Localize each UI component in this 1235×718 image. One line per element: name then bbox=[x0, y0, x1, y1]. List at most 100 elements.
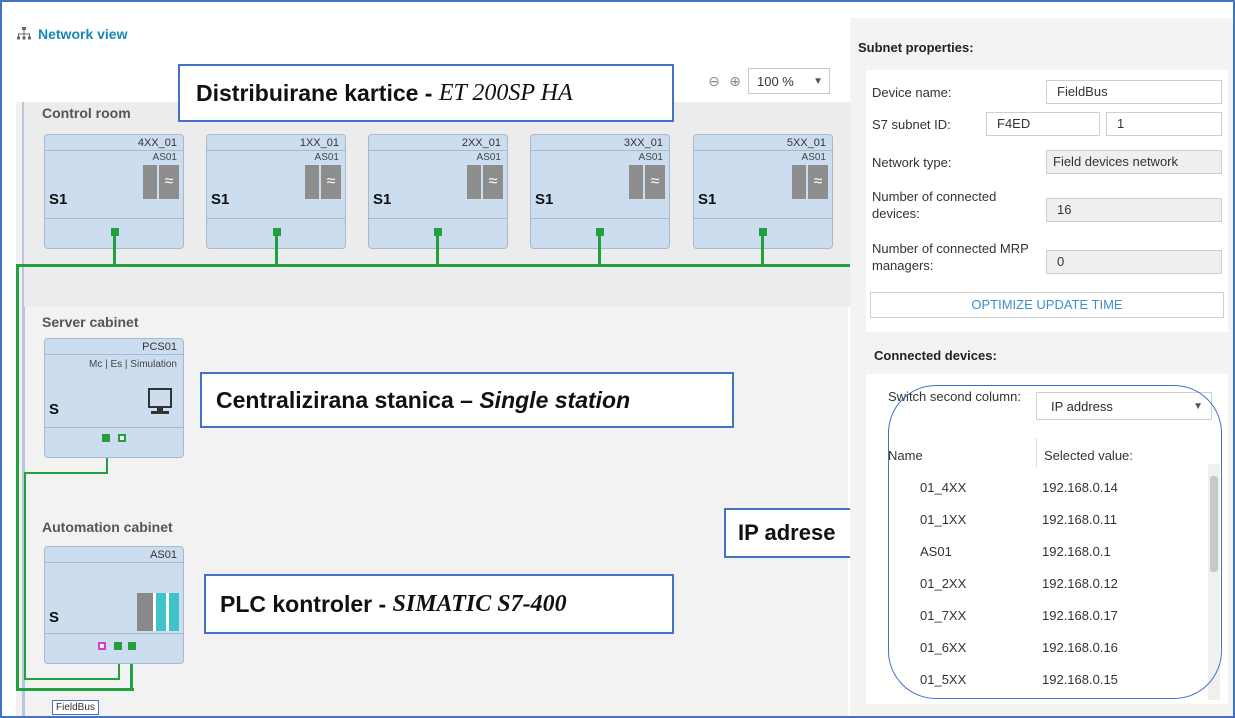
row-name: 01_5XX bbox=[920, 672, 967, 687]
device-label: S1 bbox=[535, 191, 554, 208]
annotation-distributed: Distribuirane kartice - ET 200SP HA bbox=[178, 64, 674, 122]
table-scrollbar[interactable] bbox=[1208, 464, 1220, 700]
device-sub: AS01 bbox=[476, 152, 501, 163]
fieldbus-line-bottom[interactable] bbox=[16, 688, 134, 691]
computer-icon bbox=[147, 387, 173, 422]
server-link-vertical bbox=[24, 472, 26, 678]
column-divider bbox=[1036, 438, 1037, 468]
chevron-down-icon: ▼ bbox=[813, 75, 823, 87]
row-value: 192.168.0.12 bbox=[1042, 576, 1118, 591]
row-name: 01_2XX bbox=[920, 576, 967, 591]
zoom-in-icon[interactable]: ⊕ bbox=[727, 73, 743, 90]
connected-devices-card: Switch second column: IP address ▼ Name … bbox=[866, 374, 1228, 704]
network-view-title[interactable]: Network view bbox=[16, 26, 127, 42]
port[interactable] bbox=[114, 642, 122, 650]
annotation-plc-prefix: PLC kontroler - bbox=[220, 590, 393, 617]
device-sub: AS01 bbox=[152, 152, 177, 163]
row-name: 01_4XX bbox=[920, 480, 967, 495]
subnet-id-label: S7 subnet ID: bbox=[872, 117, 951, 132]
device-footer bbox=[45, 427, 183, 457]
device-label: S1 bbox=[211, 191, 230, 208]
device-sub: Mc | Es | Simulation bbox=[89, 359, 177, 370]
port[interactable] bbox=[98, 642, 106, 650]
annotation-plc: PLC kontroler - SIMATIC S7-400 bbox=[204, 574, 674, 634]
subnet-id-field-b[interactable]: 1 bbox=[1106, 112, 1222, 136]
rack-icon bbox=[137, 593, 179, 631]
subnet-properties-card: Device name: FieldBus S7 subnet ID: F4ED… bbox=[866, 70, 1228, 332]
fieldbus-label[interactable]: FieldBus bbox=[52, 700, 99, 715]
device-name: PCS01 bbox=[45, 339, 183, 355]
zoom-toolbar: ⊖ ⊕ 100 % ▼ bbox=[706, 68, 830, 94]
switch-column-value: IP address bbox=[1051, 398, 1113, 414]
annotation-plc-italic: SIMATIC S7-400 bbox=[392, 590, 567, 617]
mrp-field: 0 bbox=[1046, 250, 1222, 274]
module-icon: ≈ bbox=[629, 165, 665, 199]
module-icon: ≈ bbox=[143, 165, 179, 199]
row-name: 01_1XX bbox=[920, 512, 967, 527]
device-name-label: Device name: bbox=[872, 85, 952, 100]
module-icon: ≈ bbox=[305, 165, 341, 199]
optimize-update-time-button[interactable]: OPTIMIZE UPDATE TIME bbox=[870, 292, 1224, 318]
switch-column-label: Switch second column: bbox=[888, 389, 1021, 404]
zoom-out-icon[interactable]: ⊖ bbox=[706, 73, 722, 90]
scrollbar-thumb[interactable] bbox=[1210, 476, 1218, 572]
connected-devices-title: Connected devices: bbox=[874, 348, 997, 363]
switch-column-select[interactable]: IP address ▼ bbox=[1036, 392, 1212, 420]
row-name: 01_6XX bbox=[920, 640, 967, 655]
zoom-select[interactable]: 100 % ▼ bbox=[748, 68, 830, 94]
annotation-central: Centralizirana stanica – Single station bbox=[200, 372, 734, 428]
subnet-id-field-a[interactable]: F4ED bbox=[986, 112, 1100, 136]
bus-drop bbox=[275, 234, 278, 265]
network-type-field: Field devices network bbox=[1046, 150, 1222, 174]
bus-drop bbox=[761, 234, 764, 265]
device-name: 2XX_01 bbox=[369, 135, 507, 151]
bus-drop bbox=[436, 234, 439, 265]
annotation-central-prefix: Centralizirana stanica – bbox=[216, 386, 480, 413]
screenshot-frame: Network view ⊖ ⊕ 100 % ▼ Control room Se… bbox=[0, 0, 1235, 718]
device-sub: AS01 bbox=[801, 152, 826, 163]
network-type-label: Network type: bbox=[872, 155, 952, 170]
device-name: 3XX_01 bbox=[531, 135, 669, 151]
properties-panel: Subnet properties: Device name: FieldBus… bbox=[850, 18, 1233, 716]
device-name-field[interactable]: FieldBus bbox=[1046, 80, 1222, 104]
port[interactable] bbox=[128, 642, 136, 650]
device-card[interactable]: PCS01 Mc | Es | Simulation S bbox=[44, 338, 184, 458]
device-label: S bbox=[49, 401, 60, 418]
port[interactable] bbox=[118, 434, 126, 442]
bus-drop bbox=[598, 234, 601, 265]
col-header-value[interactable]: Selected value: bbox=[1044, 448, 1133, 463]
row-value: 192.168.0.16 bbox=[1042, 640, 1118, 655]
row-value: 192.168.0.15 bbox=[1042, 672, 1118, 687]
subnet-properties-title: Subnet properties: bbox=[858, 40, 974, 55]
row-value: 192.168.0.1 bbox=[1042, 544, 1111, 559]
section-control-room: Control room bbox=[42, 105, 131, 121]
chevron-down-icon: ▼ bbox=[1193, 400, 1203, 412]
zoom-value: 100 % bbox=[757, 73, 794, 89]
device-label: S1 bbox=[373, 191, 392, 208]
connected-devices-field: 16 bbox=[1046, 198, 1222, 222]
server-link[interactable] bbox=[24, 472, 108, 474]
fieldbus-line-vertical[interactable] bbox=[16, 264, 19, 689]
device-name: 5XX_01 bbox=[694, 135, 832, 151]
section-automation-cabinet: Automation cabinet bbox=[42, 519, 173, 535]
module-icon: ≈ bbox=[467, 165, 503, 199]
device-name: 4XX_01 bbox=[45, 135, 183, 151]
row-value: 192.168.0.14 bbox=[1042, 480, 1118, 495]
connected-devices-label: Number of connected devices: bbox=[872, 189, 997, 221]
port[interactable] bbox=[102, 434, 110, 442]
col-header-name[interactable]: Name bbox=[888, 448, 923, 463]
annotation-distributed-prefix: Distribuirane kartice - bbox=[196, 79, 439, 106]
automation-link bbox=[24, 678, 120, 680]
section-server-cabinet: Server cabinet bbox=[42, 314, 139, 330]
row-value: 192.168.0.11 bbox=[1042, 512, 1117, 527]
fieldbus-line[interactable] bbox=[16, 264, 850, 267]
bus-drop bbox=[113, 234, 116, 265]
device-label: S1 bbox=[49, 191, 68, 208]
row-value: 192.168.0.17 bbox=[1042, 608, 1118, 623]
annotation-distributed-italic: ET 200SP HA bbox=[438, 79, 573, 106]
device-name: AS01 bbox=[45, 547, 183, 563]
device-label: S bbox=[49, 609, 60, 626]
mrp-label: Number of connected MRP managers: bbox=[872, 241, 1029, 273]
row-name: 01_7XX bbox=[920, 608, 967, 623]
row-name: AS01 bbox=[920, 544, 952, 559]
